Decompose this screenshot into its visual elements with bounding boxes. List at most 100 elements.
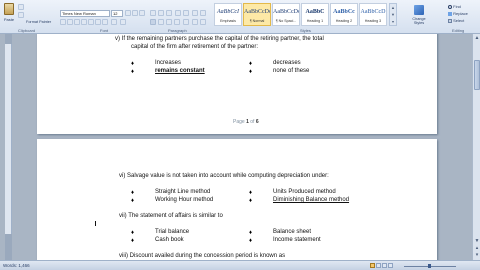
borders-icon[interactable] xyxy=(200,19,206,25)
web-layout-icon[interactable] xyxy=(382,263,387,268)
question-7: vii) The statement of affairs is similar… xyxy=(119,213,223,219)
zoom-slider[interactable] xyxy=(400,264,460,268)
strikethrough-icon[interactable] xyxy=(81,19,87,25)
align-right-icon[interactable] xyxy=(166,19,172,25)
paragraph-group-label: Paragraph xyxy=(168,28,187,33)
option-d: none of these xyxy=(273,68,310,74)
styles-more-icon[interactable]: ▲ ▼ ▾ xyxy=(389,3,397,26)
bullet-icon: ♦ xyxy=(131,61,135,67)
style-emphasis[interactable]: AaBbCcI Emphasis xyxy=(214,3,242,26)
cut-icon[interactable] xyxy=(18,4,24,10)
find-label: Find xyxy=(453,4,461,9)
bullet-icon: ♦ xyxy=(249,198,253,204)
format-painter-button[interactable]: Format Painter xyxy=(26,20,51,24)
shrink-font-icon[interactable] xyxy=(132,10,138,16)
change-case-icon[interactable] xyxy=(102,19,108,25)
q6-option-a: Straight Line method xyxy=(155,189,211,195)
ruler-margin-bottom xyxy=(5,234,12,260)
document-workspace[interactable]: v) If the remaining partners purchase th… xyxy=(0,34,472,260)
q6-option-b: Units Produced method xyxy=(273,189,336,195)
style-normal[interactable]: AaBbCcDc ¶ Normal xyxy=(243,3,271,26)
bullet-icon: ♦ xyxy=(249,190,253,196)
style-name: ¶ Normal xyxy=(249,19,265,23)
editing-group-label: Editing xyxy=(452,28,465,33)
bullets-icon[interactable] xyxy=(150,10,156,16)
align-center-icon[interactable] xyxy=(158,19,164,25)
full-screen-icon[interactable] xyxy=(376,263,381,268)
option-a: Increases xyxy=(155,60,182,66)
align-left-icon[interactable] xyxy=(150,19,156,25)
find-button[interactable]: Find xyxy=(448,4,461,9)
replace-button[interactable]: Replace xyxy=(448,11,468,16)
style-heading-1[interactable]: AaBbC Heading 1 xyxy=(301,3,329,26)
font-color-icon[interactable] xyxy=(120,19,126,25)
style-name: Heading 2 xyxy=(335,19,353,23)
show-marks-icon[interactable] xyxy=(200,10,206,16)
replace-icon xyxy=(448,11,452,16)
font-size-select[interactable]: 12 xyxy=(111,10,123,17)
style-heading-3[interactable]: AaBbCcD Heading 3 xyxy=(359,3,387,26)
q7-option-c: Cash book xyxy=(155,237,184,243)
scrollbar-thumb[interactable] xyxy=(474,60,480,90)
paste-label: Paste xyxy=(3,17,15,22)
underline-icon[interactable] xyxy=(74,19,80,25)
clear-format-icon[interactable] xyxy=(139,10,145,16)
decrease-indent-icon[interactable] xyxy=(175,10,181,16)
style-preview: AaBbCc xyxy=(333,9,355,15)
page-number: Page 1 of 6 xyxy=(233,119,259,125)
select-label: Select xyxy=(453,18,465,23)
option-c-correct: remains constant xyxy=(155,68,205,74)
replace-label: Replace xyxy=(453,11,468,16)
change-styles-button[interactable]: Change Styles xyxy=(408,4,430,30)
vertical-scrollbar[interactable]: ▲ ▼ ▴ ▾ xyxy=(472,34,480,260)
line-spacing-icon[interactable] xyxy=(183,19,189,25)
sort-icon[interactable] xyxy=(192,10,198,16)
style-name: Emphasis xyxy=(220,19,236,23)
style-heading-2[interactable]: AaBbCc Heading 2 xyxy=(330,3,358,26)
previous-page-icon[interactable]: ▴ xyxy=(474,245,480,251)
view-buttons xyxy=(370,263,398,269)
scroll-up-icon[interactable]: ▲ xyxy=(474,35,480,41)
bullet-icon: ♦ xyxy=(249,61,253,67)
q6-option-d-correct: Diminishing Balance method xyxy=(273,197,350,203)
page-number-current: 1 xyxy=(246,119,249,125)
zoom-knob[interactable] xyxy=(428,264,431,268)
font-group-label: Font xyxy=(100,28,109,33)
subscript-icon[interactable] xyxy=(88,19,94,25)
question-6: vi) Salvage value is not taken into acco… xyxy=(119,173,329,179)
ruler-margin-top xyxy=(5,34,12,44)
shading-icon[interactable] xyxy=(192,19,198,25)
multilevel-list-icon[interactable] xyxy=(166,10,172,16)
superscript-icon[interactable] xyxy=(95,19,101,25)
grow-font-icon[interactable] xyxy=(125,10,131,16)
italic-icon[interactable] xyxy=(67,19,73,25)
highlight-icon[interactable] xyxy=(111,19,117,25)
bold-icon[interactable] xyxy=(60,19,66,25)
page-number-prefix: Page xyxy=(233,119,245,125)
paste-button[interactable]: Paste xyxy=(3,3,15,25)
copy-icon[interactable] xyxy=(18,12,24,18)
numbering-icon[interactable] xyxy=(158,10,164,16)
document-page-2[interactable]: vi) Salvage value is not taken into acco… xyxy=(37,139,437,260)
style-no-spacing[interactable]: AaBbCcDc ¶ No Spaci... xyxy=(272,3,300,26)
styles-group-label: Styles xyxy=(300,28,311,33)
select-icon xyxy=(448,18,452,23)
next-page-icon[interactable]: ▾ xyxy=(474,252,480,258)
style-preview: AaBbCcI xyxy=(217,9,239,15)
word-count[interactable]: Words: 1,466 xyxy=(3,263,30,268)
scroll-down-icon[interactable]: ▼ xyxy=(474,238,480,244)
clipboard-group-label: Clipboard xyxy=(18,28,36,33)
justify-icon[interactable] xyxy=(174,19,180,25)
style-name: Heading 1 xyxy=(306,19,324,23)
outline-icon[interactable] xyxy=(388,263,393,268)
bullet-icon: ♦ xyxy=(131,69,135,75)
font-name-select[interactable]: Times New Roman xyxy=(60,10,110,17)
ribbon: Paste Format Painter Clipboard Times New… xyxy=(0,0,480,34)
print-layout-icon[interactable] xyxy=(370,263,375,268)
bullet-icon: ♦ xyxy=(131,238,135,244)
vertical-ruler[interactable] xyxy=(5,34,12,260)
increase-indent-icon[interactable] xyxy=(183,10,189,16)
option-b: decreases xyxy=(273,60,301,66)
select-button[interactable]: Select xyxy=(448,18,464,23)
document-page-1[interactable]: v) If the remaining partners purchase th… xyxy=(37,34,437,134)
